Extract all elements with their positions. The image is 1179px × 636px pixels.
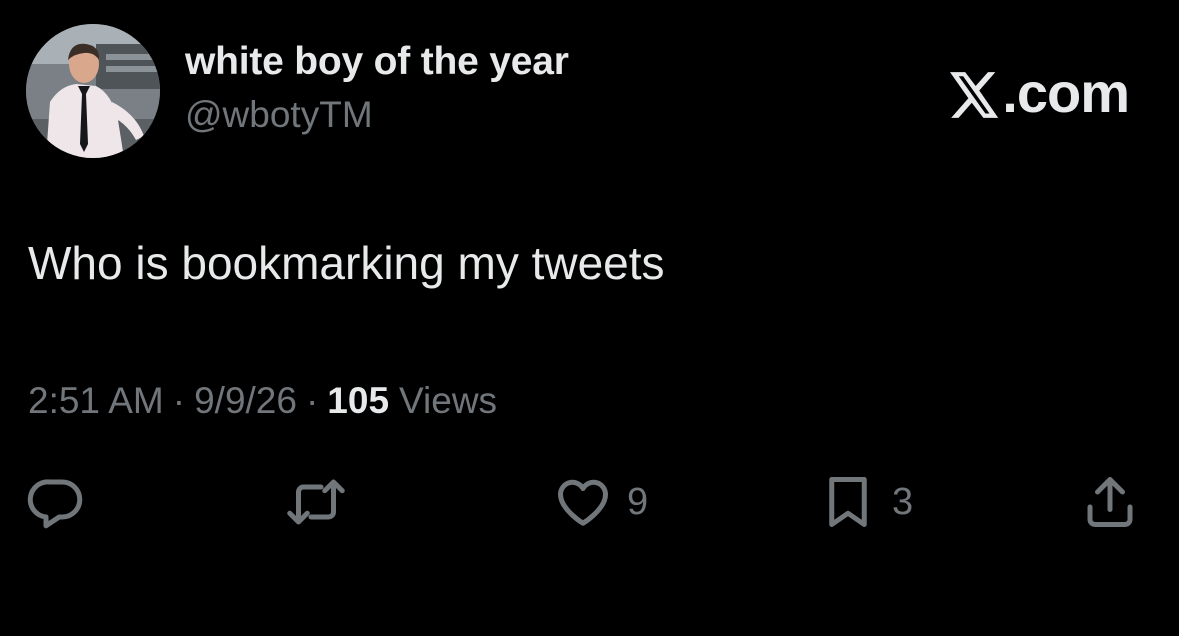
tweet-text: Who is bookmarking my tweets [28,237,665,289]
meta-separator: · [172,380,186,421]
display-name[interactable]: white boy of the year [185,40,569,84]
x-logo-icon [950,71,999,118]
views-label[interactable]: Views [399,380,497,422]
like-count: 9 [627,480,649,523]
user-handle[interactable]: @wbotyTM [185,94,373,136]
retweet-button[interactable] [286,470,346,534]
meta-separator: · [305,380,319,421]
brand-watermark: .com [950,60,1130,125]
bookmark-icon [829,477,867,527]
action-bar: 9 3 [0,470,1179,540]
brand-suffix: .com [1002,61,1130,124]
tweet-card: white boy of the year @wbotyTM .com Who … [0,0,1179,636]
share-button[interactable] [1080,470,1140,534]
bookmark-button[interactable]: 3 [818,470,913,534]
avatar-photo [26,24,160,158]
tweet-date[interactable]: 9/9/26 [194,380,297,422]
views-count[interactable]: 105 [327,380,389,422]
tweet-meta: 2:51 AM · 9/9/26 · 105 Views [28,380,497,422]
reply-icon [27,479,83,529]
avatar[interactable] [26,24,160,158]
like-button[interactable]: 9 [553,470,648,534]
reply-button[interactable] [26,470,86,534]
retweet-icon [287,479,345,525]
tweet-time[interactable]: 2:51 AM [28,380,164,422]
bookmark-count: 3 [892,480,914,523]
share-icon [1087,477,1133,527]
heart-icon [557,479,609,526]
